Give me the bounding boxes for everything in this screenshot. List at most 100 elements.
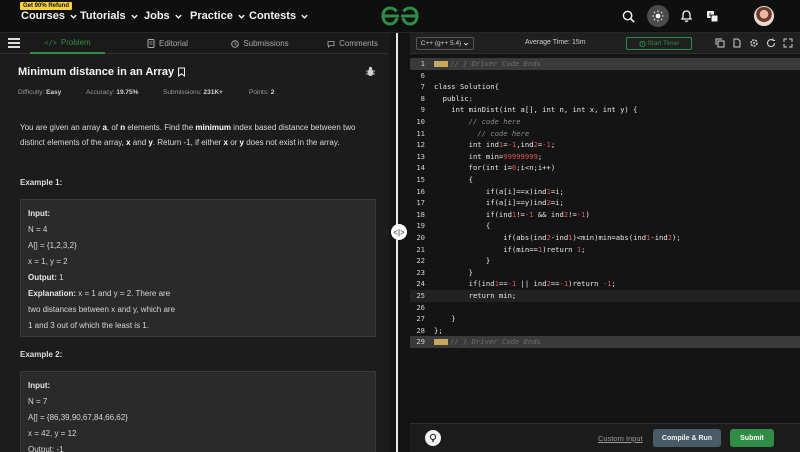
code-line[interactable]: 9 int minDist(int a[], int n, int x, int… <box>410 104 800 116</box>
line-number: 8 <box>420 93 425 103</box>
code-line[interactable]: 7 class Solution{ <box>410 81 800 93</box>
example-1-array: A[] = {1,2,3,2} <box>28 241 77 250</box>
bell-icon[interactable] <box>678 8 694 24</box>
avatar[interactable] <box>754 6 774 26</box>
sun-icon <box>652 10 664 22</box>
code-editor[interactable]: 1// } Driver Code Ends 6 7 class Solution{8… <box>410 54 800 423</box>
code-icon: </> <box>44 38 57 47</box>
code-line[interactable]: 27 } <box>410 313 800 325</box>
compile-run-button[interactable]: Compile & Run <box>653 429 721 447</box>
code-line[interactable]: 19 { <box>410 220 800 232</box>
code-text: if(a[i]==x)ind1=i; <box>434 186 564 196</box>
fullscreen-icon[interactable] <box>783 38 793 48</box>
gfg-logo[interactable] <box>380 5 420 27</box>
tab-comments[interactable]: Comments <box>320 33 385 54</box>
problem-title-row: Minimum distance in an Array <box>18 66 186 78</box>
line-number: 24 <box>416 279 425 289</box>
nav-tutorials[interactable]: Tutorials <box>80 8 139 24</box>
line-number: 28 <box>416 325 425 335</box>
file-icon[interactable] <box>732 38 742 48</box>
nav-contests[interactable]: Contests <box>249 8 309 24</box>
top-navbar: Get 90% Refund Courses Tutorials Jobs Pr… <box>0 0 800 33</box>
bug-report-icon[interactable] <box>365 66 376 77</box>
fold-marker-icon[interactable] <box>434 339 448 346</box>
lightbulb-icon[interactable] <box>425 430 441 446</box>
line-number: 25 <box>416 291 425 300</box>
start-timer-button[interactable]: Start Timer <box>626 37 692 50</box>
code-fold-line[interactable]: 29 // } Driver Code Ends <box>410 336 800 348</box>
chevron-down-icon <box>130 14 138 19</box>
panel-divider[interactable] <box>389 33 399 452</box>
copy-icon[interactable] <box>715 38 725 48</box>
code-line[interactable]: 12 int ind1=-1,ind2=-1; <box>410 139 800 151</box>
nav-practice[interactable]: Practice <box>190 8 246 24</box>
code-line[interactable]: 17 if(a[i]==y)ind2=i; <box>410 197 800 209</box>
example-1-output: Output: 1 <box>28 273 64 282</box>
line-number: 14 <box>416 163 425 173</box>
nav-tutorials-label: Tutorials <box>80 10 126 22</box>
theme-toggle-button[interactable] <box>647 5 669 27</box>
reset-icon[interactable] <box>766 38 776 48</box>
search-icon[interactable] <box>620 8 636 24</box>
tab-problem-label: Problem <box>60 38 91 47</box>
chevron-down-icon <box>238 14 245 19</box>
code-line[interactable]: 23 } <box>410 267 800 279</box>
language-select[interactable]: C++ (g++ 5.4) <box>416 37 474 50</box>
code-line[interactable]: 24 if(ind1==-1 || ind2==-1)return -1; <box>410 278 800 290</box>
code-text: if(ind1!=-1 && ind2!=-1) <box>434 209 590 219</box>
code-line[interactable]: 8 public: <box>410 93 800 105</box>
code-text: for(int i=0;i<n;i++) <box>434 163 556 173</box>
settings-icon[interactable] <box>749 38 759 48</box>
code-line[interactable]: 18 if(ind1!=-1 && ind2!=-1) <box>410 209 800 221</box>
code-text: class Solution{ <box>434 82 499 92</box>
code-text: if(abs(ind2-ind1)<min)min=abs(ind1-ind2)… <box>434 233 681 242</box>
tab-problem[interactable]: </> Problem <box>30 33 105 54</box>
line-number: 18 <box>416 209 425 219</box>
code-text: int min=99999999; <box>434 151 543 161</box>
example-1-box: Input: N = 4 A[] = {1,2,3,2} x = 1, y = … <box>20 199 376 337</box>
problem-title: Minimum distance in an Array <box>18 66 175 78</box>
line-number: 27 <box>416 314 425 324</box>
code-line[interactable]: 21 if(min==1)return 1; <box>410 244 800 256</box>
resize-handle-icon[interactable]: <|> <box>391 224 407 240</box>
tab-editorial[interactable]: Editorial <box>130 33 205 54</box>
nav-courses[interactable]: Courses <box>21 8 78 24</box>
line-number: 9 <box>420 105 425 115</box>
tab-editorial-label: Editorial <box>159 39 188 48</box>
code-line[interactable]: 15 { <box>410 174 800 186</box>
code-line[interactable]: 20 if(abs(ind2-ind1)<min)min=abs(ind1-in… <box>410 232 800 244</box>
code-line[interactable]: 16 if(a[i]==x)ind1=i; <box>410 186 800 198</box>
comment-icon <box>327 40 335 48</box>
line-number: 12 <box>416 140 425 150</box>
bookmark-icon[interactable] <box>177 67 186 77</box>
custom-input-link[interactable]: Custom Input <box>598 434 643 443</box>
problem-content[interactable]: Minimum distance in an Array Difficulty:… <box>0 54 389 452</box>
code-line[interactable]: 26 <box>410 302 800 314</box>
example-1-xy: x = 1, y = 2 <box>28 257 68 266</box>
code-fold-line[interactable]: 1 // } Driver Code Ends <box>410 58 800 70</box>
average-time: Average Time: 15m <box>525 39 586 46</box>
line-number: 29 <box>416 337 425 347</box>
nav-jobs[interactable]: Jobs <box>144 8 183 24</box>
code-line[interactable]: 22 } <box>410 255 800 267</box>
clock-icon <box>231 39 240 48</box>
chevron-down-icon <box>464 42 469 46</box>
points-meta: Points: 2 <box>249 89 275 96</box>
code-line[interactable]: 10 // code here <box>410 116 800 128</box>
code-line[interactable]: 28}; <box>410 325 800 337</box>
submit-button[interactable]: Submit <box>730 429 774 447</box>
fold-marker-icon[interactable] <box>434 61 448 67</box>
menu-icon[interactable] <box>8 38 20 48</box>
code-line[interactable]: 13 int min=99999999; <box>410 151 800 163</box>
code-text: { <box>434 221 491 231</box>
tab-submissions[interactable]: Submissions <box>225 33 295 54</box>
code-line[interactable]: 6 <box>410 70 800 82</box>
code-text: int ind1=-1,ind2=-1; <box>434 140 556 150</box>
editor-footer: Custom Input Compile & Run Submit <box>410 423 800 452</box>
code-line[interactable]: 14 for(int i=0;i<n;i++) <box>410 162 800 174</box>
code-line[interactable]: 25 return min; <box>410 290 800 302</box>
code-line[interactable]: 11 // code here <box>410 128 800 140</box>
nav-courses-label: Courses <box>21 10 66 22</box>
code-text: // } Driver Code Ends <box>434 58 541 70</box>
translate-icon[interactable]: A <box>704 8 720 24</box>
